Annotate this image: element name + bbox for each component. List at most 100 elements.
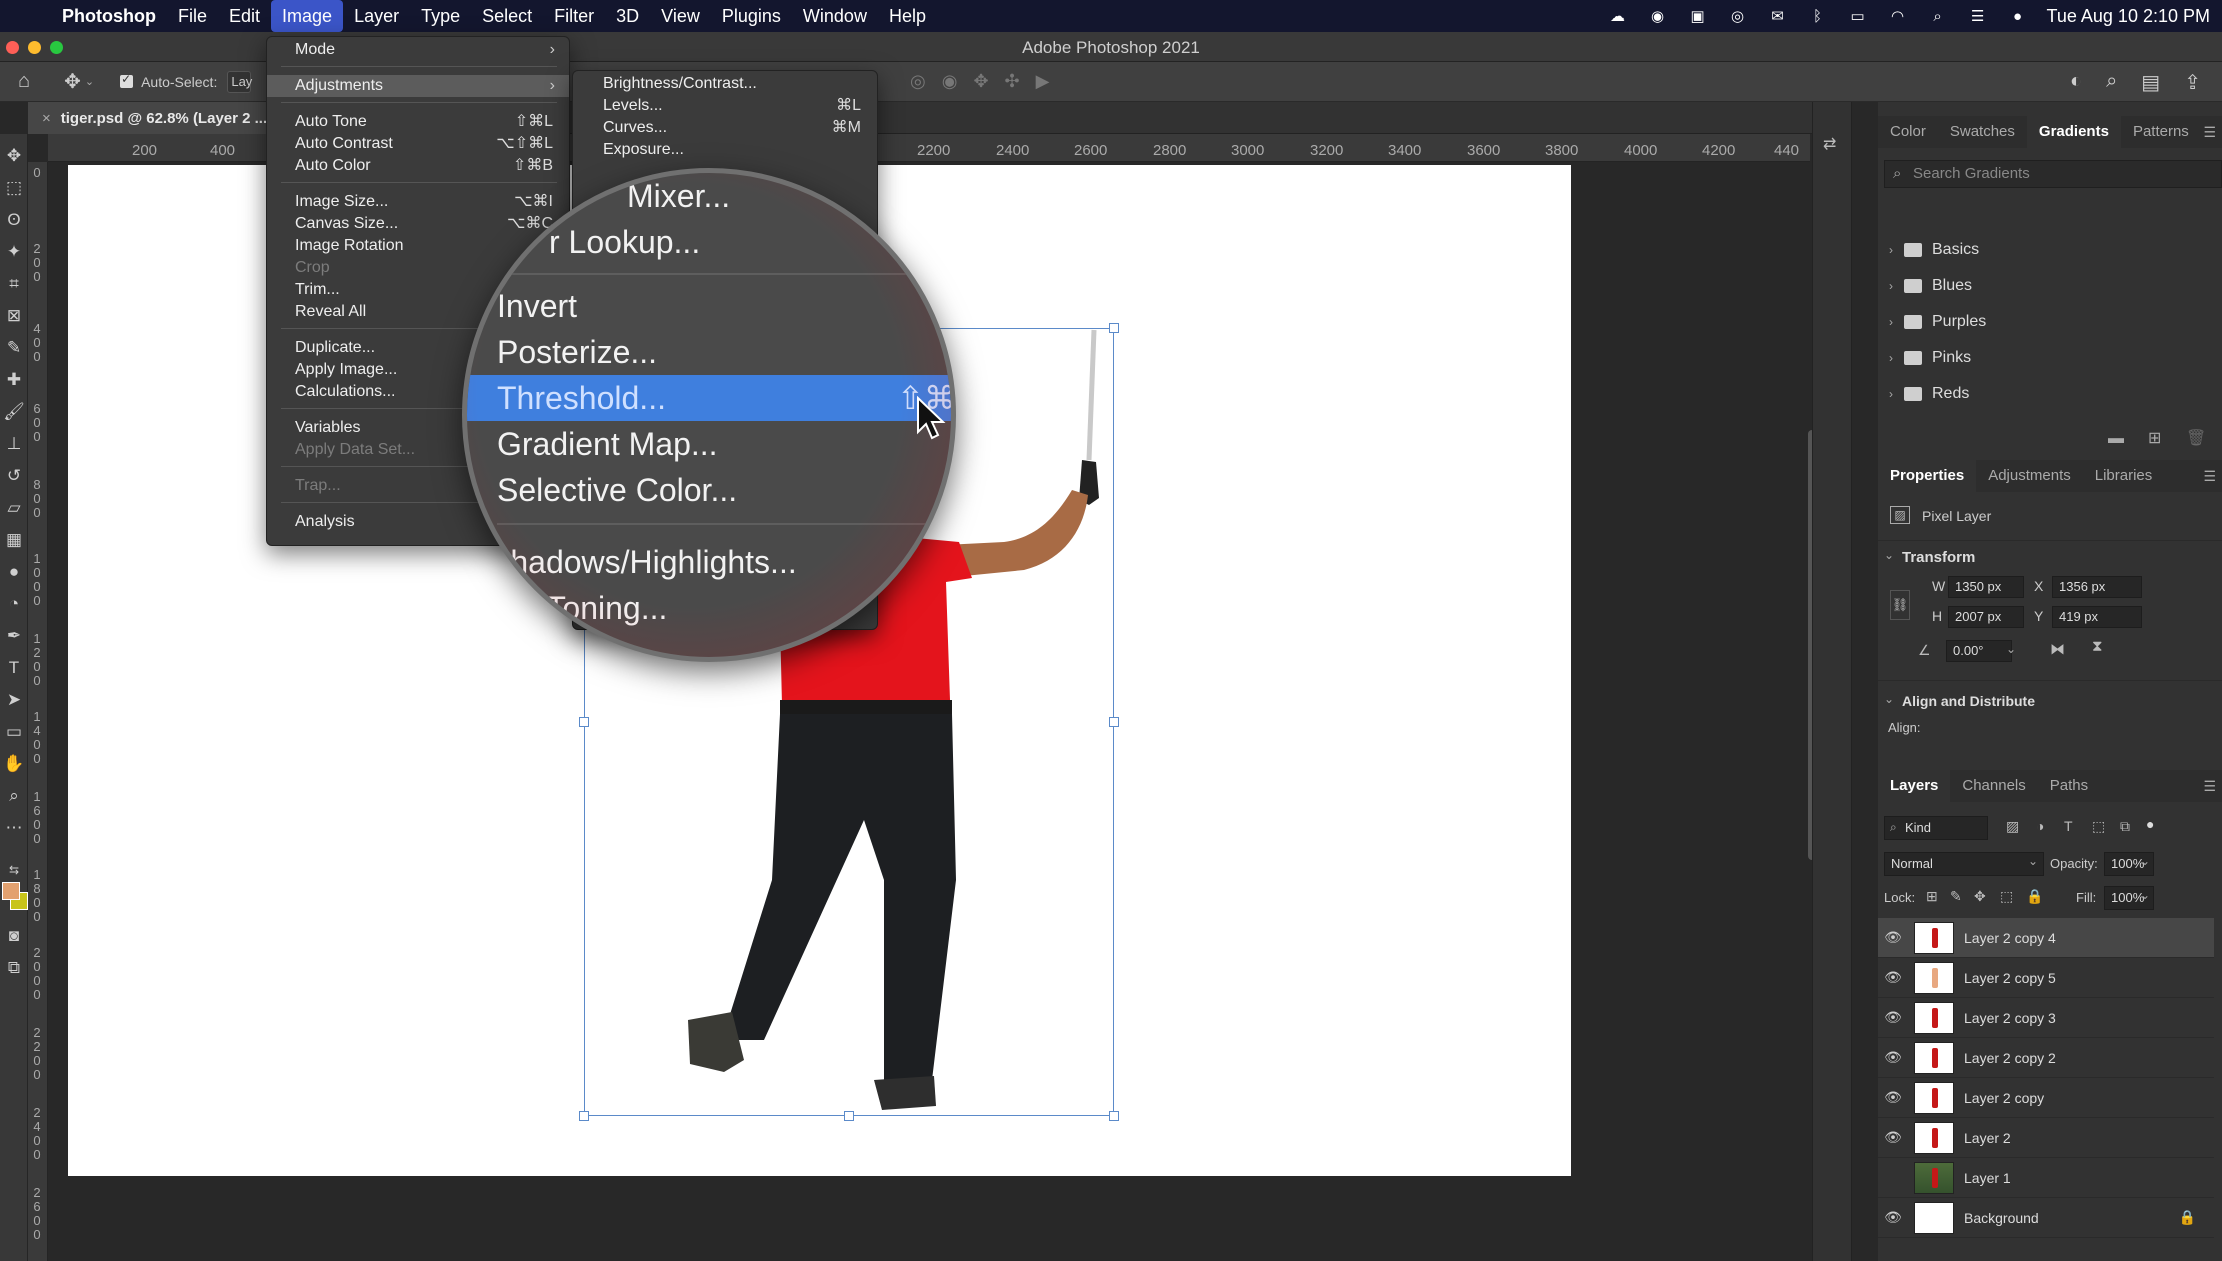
chevron-down-icon[interactable]: ⌄ <box>2028 854 2038 868</box>
chevron-down-icon[interactable]: ⌄ <box>1884 548 1894 562</box>
layer-row[interactable]: 👁 Layer 2 copy 2 <box>1878 1038 2214 1078</box>
move-tool-icon[interactable]: ✥ <box>2 144 26 168</box>
flip-vertical-icon[interactable]: ⧗ <box>2092 638 2103 655</box>
tab-swatches[interactable]: Swatches <box>1938 116 2027 148</box>
clone-stamp-tool-icon[interactable]: ⊥ <box>2 432 26 456</box>
menubar-clock[interactable]: Tue Aug 10 2:10 PM <box>2047 6 2210 27</box>
swap-colors-icon[interactable]: ⇆ <box>2 858 26 882</box>
gradient-folder[interactable]: › Pinks <box>1878 341 2222 375</box>
battery-icon[interactable]: ▭ <box>1847 7 1869 25</box>
path-selection-tool-icon[interactable]: ➤ <box>2 688 26 712</box>
frame-tool-icon[interactable]: ⊠ <box>2 304 26 328</box>
wifi-icon[interactable]: ◠ <box>1887 7 1909 25</box>
tab-libraries[interactable]: Libraries <box>2083 460 2165 492</box>
more-tools-icon[interactable]: ⋯ <box>2 816 26 840</box>
angle-field[interactable]: 0.00° <box>1946 640 2012 662</box>
new-folder-icon[interactable]: ▬ <box>2108 430 2124 448</box>
layer-row[interactable]: 👁 Layer 2 copy 3 <box>1878 998 2214 1038</box>
siri-icon[interactable]: ● <box>2007 7 2029 25</box>
x-position-field[interactable]: 1356 px <box>2052 576 2142 598</box>
share-user-icon[interactable]: ◐ <box>2070 70 2082 95</box>
transform-handle[interactable] <box>579 1111 589 1121</box>
layer-row[interactable]: 👁 Layer 2 copy 5 <box>1878 958 2214 998</box>
menu-window[interactable]: Window <box>792 0 878 32</box>
screen-mode-icon[interactable]: ⧉ <box>2 956 26 980</box>
tab-properties[interactable]: Properties <box>1878 460 1977 492</box>
app-status-icon[interactable]: ▣ <box>1687 7 1709 25</box>
chevron-right-icon[interactable]: › <box>1882 387 1900 401</box>
menu-3d[interactable]: 3D <box>605 0 650 32</box>
status-circle-icon[interactable]: ◎ <box>1727 7 1749 25</box>
auto-select-checkbox[interactable] <box>120 72 134 88</box>
flip-horizontal-icon[interactable]: ⧓ <box>2050 640 2065 658</box>
crop-tool-icon[interactable]: ⌗ <box>2 272 26 296</box>
gradient-folder[interactable]: › Basics <box>1878 233 2222 267</box>
visibility-eye-icon[interactable]: 👁 <box>1880 929 1906 946</box>
chevron-right-icon[interactable]: › <box>1882 315 1900 329</box>
lock-position-icon[interactable]: ✥ <box>1974 888 1986 905</box>
blend-mode-dropdown[interactable]: Normal <box>1884 852 2044 876</box>
lock-all-icon[interactable]: 🔒 <box>2026 888 2043 905</box>
blur-tool-icon[interactable]: ● <box>2 560 26 584</box>
home-icon[interactable]: ⌂ <box>18 70 30 93</box>
tab-gradients[interactable]: Gradients <box>2026 116 2121 148</box>
tab-layers[interactable]: Layers <box>1878 770 1951 802</box>
dodge-tool-icon[interactable]: ◔ <box>2 592 26 616</box>
visibility-eye-icon[interactable]: 👁 <box>1880 1049 1906 1066</box>
layer-filter-kind-dropdown[interactable]: Kind <box>1884 816 1988 840</box>
menu-plugins[interactable]: Plugins <box>711 0 792 32</box>
panel-menu-icon[interactable]: ☰ <box>2203 468 2216 485</box>
spotlight-icon[interactable]: ⌕ <box>1927 7 1949 25</box>
menu-item-levels[interactable]: Levels... ⌘L <box>573 95 877 117</box>
layer-row[interactable]: 👁 Layer 2 <box>1878 1118 2214 1158</box>
gradient-tool-icon[interactable]: ▦ <box>2 528 26 552</box>
menu-item-curves[interactable]: Curves... ⌘M <box>573 117 877 139</box>
history-brush-tool-icon[interactable]: ↺ <box>2 464 26 488</box>
height-field[interactable]: 2007 px <box>1948 606 2024 628</box>
control-center-icon[interactable]: ☰ <box>1967 7 1989 25</box>
type-tool-icon[interactable]: T <box>2 656 26 680</box>
document-tab[interactable]: × tiger.psd @ 62.8% (Layer 2 ... <box>28 102 282 134</box>
menu-item-auto-tone[interactable]: Auto Tone ⇧⌘L <box>267 111 569 133</box>
share-icon[interactable]: ⇪ <box>2184 70 2201 95</box>
chevron-right-icon[interactable]: › <box>1882 279 1900 293</box>
search-icon[interactable]: ⌕ <box>2106 70 2117 95</box>
gradient-folder[interactable]: › Purples <box>1878 305 2222 339</box>
magnified-menu-item-threshold[interactable]: Threshold... ⇧⌘ <box>467 375 951 421</box>
magnified-menu-item[interactable]: Posterize... <box>467 329 951 375</box>
zoom-tool-icon[interactable]: ⌕ <box>2 784 26 808</box>
chevron-down-icon[interactable]: ⌄ <box>1884 692 1894 706</box>
filter-shape-icon[interactable]: ⬚ <box>2092 818 2105 835</box>
layer-row[interactable]: 👁 Background 🔒 <box>1878 1198 2214 1238</box>
menu-app[interactable]: Photoshop <box>56 0 167 32</box>
layer-row[interactable]: 👁 Layer 1 <box>1878 1158 2214 1198</box>
menu-select[interactable]: Select <box>471 0 543 32</box>
lock-image-icon[interactable]: ✎ <box>1950 888 1962 905</box>
visibility-eye-icon[interactable]: 👁 <box>1880 969 1906 986</box>
link-dimensions-icon[interactable]: ⛓ <box>1890 590 1910 620</box>
magnified-menu-item[interactable]: Mixer... <box>467 173 951 219</box>
pen-tool-icon[interactable]: ✒ <box>2 624 26 648</box>
gradient-folder[interactable]: › Reds <box>1878 377 2222 411</box>
bluetooth-icon[interactable]: ᛒ <box>1807 7 1829 25</box>
visibility-eye-icon[interactable]: 👁 <box>1880 1089 1906 1106</box>
menu-view[interactable]: View <box>650 0 711 32</box>
tab-channels[interactable]: Channels <box>1950 770 2037 802</box>
magic-wand-tool-icon[interactable]: ✦ <box>2 240 26 264</box>
menu-item-adjustments[interactable]: Adjustments › <box>267 75 569 97</box>
mail-icon[interactable]: ✉ <box>1767 7 1789 25</box>
magnified-menu-item[interactable]: R Toning... <box>467 585 951 631</box>
transform-handle[interactable] <box>1109 1111 1119 1121</box>
magnified-menu-item[interactable]: Gradient Map... <box>467 421 951 467</box>
magnified-menu-item[interactable]: Selective Color... <box>467 467 951 513</box>
menu-image[interactable]: Image <box>271 0 344 32</box>
chevron-right-icon[interactable]: › <box>1882 351 1900 365</box>
lock-artboard-icon[interactable]: ⬚ <box>2000 888 2013 905</box>
gradient-folder[interactable]: › Blues <box>1878 269 2222 303</box>
auto-select-dropdown[interactable]: Lay <box>227 70 252 93</box>
creative-cloud-icon[interactable]: ◉ <box>1647 7 1669 25</box>
eraser-tool-icon[interactable]: ▱ <box>2 496 26 520</box>
panel-menu-icon[interactable]: ☰ <box>2203 124 2216 141</box>
visibility-eye-icon[interactable]: 👁 <box>1880 1009 1906 1026</box>
foreground-color-swatch[interactable] <box>2 882 20 900</box>
